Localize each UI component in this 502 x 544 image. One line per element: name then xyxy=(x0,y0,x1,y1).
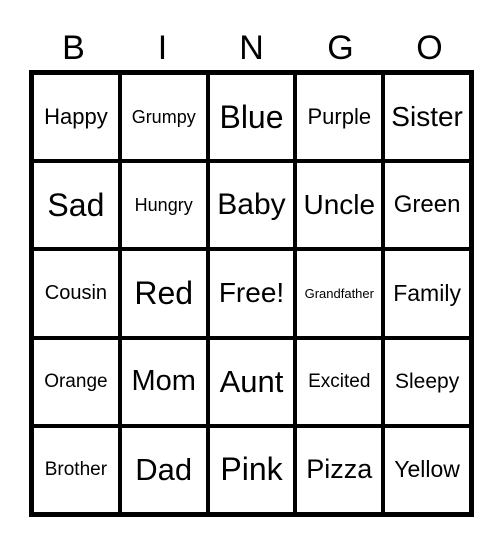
bingo-cell[interactable]: Uncle xyxy=(295,161,384,250)
bingo-cell[interactable]: Family xyxy=(383,249,471,338)
header-letter-n: N xyxy=(239,29,264,67)
bingo-cell[interactable]: Grumpy xyxy=(119,73,208,162)
bingo-grid: Happy Grumpy Blue Purple Sister Sad Hungry Baby… xyxy=(29,70,474,517)
header-letter-b: B xyxy=(62,29,85,67)
header-letter-o: O xyxy=(416,29,443,67)
bingo-cell[interactable]: Aunt xyxy=(207,337,296,426)
bingo-cell[interactable]: Yellow xyxy=(383,425,471,514)
bingo-cell[interactable]: Free! xyxy=(207,249,296,338)
bingo-cell[interactable]: Dad xyxy=(119,425,208,514)
bingo-cell[interactable]: Sleepy xyxy=(383,337,471,426)
bingo-cell[interactable]: Red xyxy=(119,249,208,338)
bingo-cell[interactable]: Pizza xyxy=(295,425,384,514)
bingo-cell[interactable]: Purple xyxy=(295,73,384,162)
bingo-cell[interactable]: Sad xyxy=(32,161,120,250)
bingo-cell[interactable]: Blue xyxy=(207,73,296,162)
bingo-cell[interactable]: Green xyxy=(383,161,471,250)
bingo-cell[interactable]: Orange xyxy=(32,337,120,426)
bingo-cell[interactable]: Cousin xyxy=(32,249,120,338)
bingo-cell[interactable]: Hungry xyxy=(119,161,208,250)
bingo-cell[interactable]: Grandfather xyxy=(295,249,384,338)
bingo-cell[interactable]: Mom xyxy=(119,337,208,426)
bingo-header: B I N G O xyxy=(29,28,474,68)
bingo-cell[interactable]: Brother xyxy=(32,425,120,514)
bingo-cell[interactable]: Baby xyxy=(207,161,296,250)
bingo-cell[interactable]: Excited xyxy=(295,337,384,426)
bingo-cell[interactable]: Sister xyxy=(383,73,471,162)
bingo-cell[interactable]: Pink xyxy=(207,425,296,514)
header-letter-g: G xyxy=(327,29,354,67)
header-letter-i: I xyxy=(157,29,168,67)
bingo-cell[interactable]: Happy xyxy=(32,73,120,162)
